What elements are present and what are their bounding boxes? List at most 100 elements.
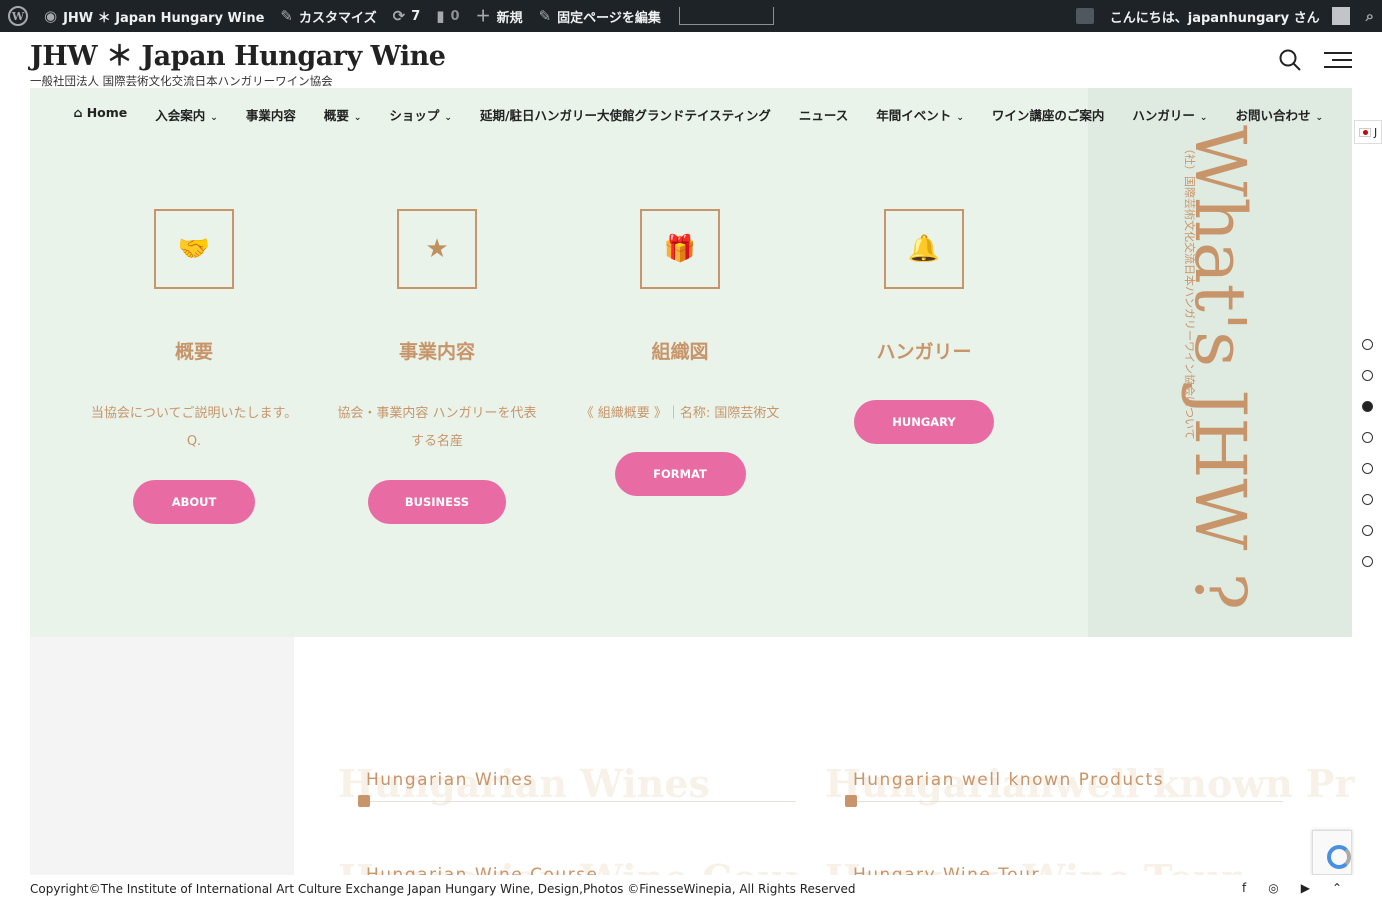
comment-icon: ▮ [436, 6, 445, 25]
site-name-link[interactable]: ◉ JHW ＊ Japan Hungary Wine [36, 0, 272, 32]
admin-bar: W ◉ JHW ＊ Japan Hungary Wine ✎ カスタマイズ ⟳ 7 ▮… [0, 0, 1382, 32]
feature-1: ★ 事業内容協会・事業内容 ハンガリーを代表する名産 BUSINESS [307, 209, 567, 524]
chevron-down-icon: ⌄ [1315, 113, 1323, 123]
section-dot[interactable] [1362, 339, 1373, 350]
header-icons [1278, 48, 1352, 72]
nav-item-1[interactable]: 入会案内 ⌄ [141, 100, 232, 129]
feature-desc: 協会・事業内容 ハンガリーを代表する名産 [337, 406, 537, 449]
card-label: Hungarian Wine Course [366, 865, 599, 875]
feature-button[interactable]: BUSINESS [368, 480, 506, 524]
feature-title: 概要 [174, 341, 213, 363]
feature-button[interactable]: ABOUT [133, 480, 255, 524]
chevron-down-icon: ⌄ [956, 113, 964, 123]
footer-copyright: Copyright©The Institute of International… [30, 882, 856, 896]
nav-item-7[interactable]: 年間イベント ⌄ [862, 100, 978, 129]
edit-page-link[interactable]: ✎ 固定ページを編集 [531, 0, 669, 32]
japan-flag-icon [1359, 127, 1371, 137]
comments-link[interactable]: ▮ 0 [428, 0, 467, 32]
pencil-icon: ✎ [538, 6, 552, 25]
wordpress-icon: W [8, 6, 28, 26]
social-links: f ◎ ▶ ⌃ [1242, 881, 1342, 895]
feature-title: 組織図 [651, 341, 709, 363]
grey-block [30, 637, 294, 875]
bell-icon: 🔔 [907, 234, 941, 264]
feature-icon-box: 🎁 [640, 209, 720, 289]
admin-bar-field[interactable] [678, 7, 774, 25]
section-dot[interactable] [1362, 525, 1373, 536]
section-dot[interactable] [1362, 370, 1373, 381]
section-dot[interactable] [1362, 494, 1373, 505]
new-content-link[interactable]: ＋新規 [468, 0, 531, 32]
admin-search-button[interactable]: ⌕ [1358, 0, 1382, 32]
card-divider [845, 801, 1283, 802]
card-label: Hungary Wine Tour [853, 865, 1040, 875]
whats-jhw: What's JHW ? （社）国際芸術文化交流日本ハンガリーワイン協会について [1179, 125, 1280, 610]
facebook-icon[interactable]: f [1242, 881, 1246, 895]
card-label: Hungarian well known Products [853, 770, 1165, 790]
feature-button[interactable]: FORMAT [614, 452, 746, 496]
whats-jhw-subtitle: （社）国際芸術文化交流日本ハンガリーワイン協会について [1183, 143, 1196, 440]
nav-item-6[interactable]: ニュース [785, 100, 862, 129]
feature-title: ハンガリー [876, 341, 972, 363]
language-switcher[interactable]: J [1354, 120, 1382, 144]
chevron-down-icon: ⌄ [353, 113, 362, 123]
plus-icon: ＋ [475, 6, 491, 25]
nav-item-0[interactable]: ⌂ Home [59, 100, 141, 129]
updates-link[interactable]: ⟳ 7 [385, 0, 429, 32]
chevron-down-icon: ⌄ [1199, 113, 1208, 123]
search-icon[interactable] [1278, 48, 1302, 72]
feature-icon-box: 🔔 [884, 209, 964, 289]
main-nav: ⌂ Home 入会案内 ⌄ 事業内容 概要 ⌄ ショップ ⌄ 延期/駐日ハンガリー大使館グランド… [30, 100, 1352, 129]
instagram-icon[interactable]: ◎ [1268, 881, 1278, 895]
section-dot[interactable] [1362, 463, 1373, 474]
feature-3: 🔔 ハンガリー HUNGARY [794, 209, 1054, 444]
nav-item-8[interactable]: ワイン講座のご案内 [978, 100, 1119, 129]
section-dot[interactable] [1362, 401, 1373, 412]
card-label: Hungarian Wines [366, 770, 534, 790]
nav-item-3[interactable]: 概要 ⌄ [310, 100, 376, 129]
feature-desc: 《 組織概要 》｜名称: 国際芸術文 [580, 406, 780, 421]
handshake-icon: 🤝 [177, 234, 211, 264]
account-menu[interactable]: こんにちは、japanhungary さん [1102, 0, 1358, 32]
feature-icon-box: 🤝 [154, 209, 234, 289]
feature-2: 🎁 組織図《 組織概要 》｜名称: 国際芸術文 FORMAT [550, 209, 810, 496]
feature-desc: 当協会についてご説明いたします。 Q. [90, 406, 298, 449]
recaptcha-icon [1327, 845, 1351, 869]
feature-title: 事業内容 [398, 341, 475, 363]
search-icon: ⌕ [1365, 6, 1374, 25]
nav-item-2[interactable]: 事業内容 [232, 100, 310, 129]
feature-icon-box: ★ [397, 209, 477, 289]
scroll-top-icon[interactable]: ⌃ [1332, 881, 1342, 895]
section-dot[interactable] [1362, 556, 1373, 567]
home-icon: ⌂ [73, 105, 87, 120]
section-dots [1362, 339, 1374, 587]
site-tagline: 一般社団法人 国際芸術文化交流日本ハンガリーワイン協会 [30, 74, 333, 88]
star-icon: ★ [425, 234, 449, 264]
feature-0: 🤝 概要当協会についてご説明いたします。 Q. ABOUT [64, 209, 324, 524]
wp-logo-button[interactable]: W [0, 0, 36, 32]
feature-button[interactable]: HUNGARY [854, 400, 994, 444]
recaptcha-badge[interactable] [1312, 830, 1352, 875]
refresh-icon: ⟳ [392, 6, 406, 25]
hamburger-menu-icon[interactable] [1324, 50, 1352, 70]
category-card[interactable]: Hungarian Wine CourseHungarian Wine Cour… [338, 862, 798, 875]
nav-item-5[interactable]: 延期/駐日ハンガリー大使館グランドテイスティング [466, 100, 785, 129]
customize-link[interactable]: ✎ カスタマイズ [272, 0, 384, 32]
notification-button[interactable] [1068, 0, 1102, 32]
card-divider [358, 801, 796, 802]
category-card[interactable]: Hungary Wine TourHungary Wine Tour [825, 862, 1285, 875]
chevron-down-icon: ⌄ [444, 113, 452, 123]
chevron-down-icon: ⌄ [210, 113, 218, 123]
footer: Copyright©The Institute of International… [0, 875, 1382, 905]
notification-icon [1075, 8, 1094, 24]
section-dot[interactable] [1362, 432, 1373, 443]
brush-icon: ✎ [280, 6, 293, 25]
dashboard-icon: ◉ [44, 6, 58, 25]
nav-item-4[interactable]: ショップ ⌄ [375, 100, 466, 129]
youtube-icon[interactable]: ▶ [1301, 881, 1310, 895]
site-header: JHW ＊ Japan Hungary Wine 一般社団法人 国際芸術文化交流… [30, 32, 446, 89]
site-title[interactable]: JHW ＊ Japan Hungary Wine [30, 34, 446, 73]
avatar [1331, 7, 1350, 25]
card-marker [358, 795, 370, 807]
gift-icon: 🎁 [663, 234, 697, 264]
